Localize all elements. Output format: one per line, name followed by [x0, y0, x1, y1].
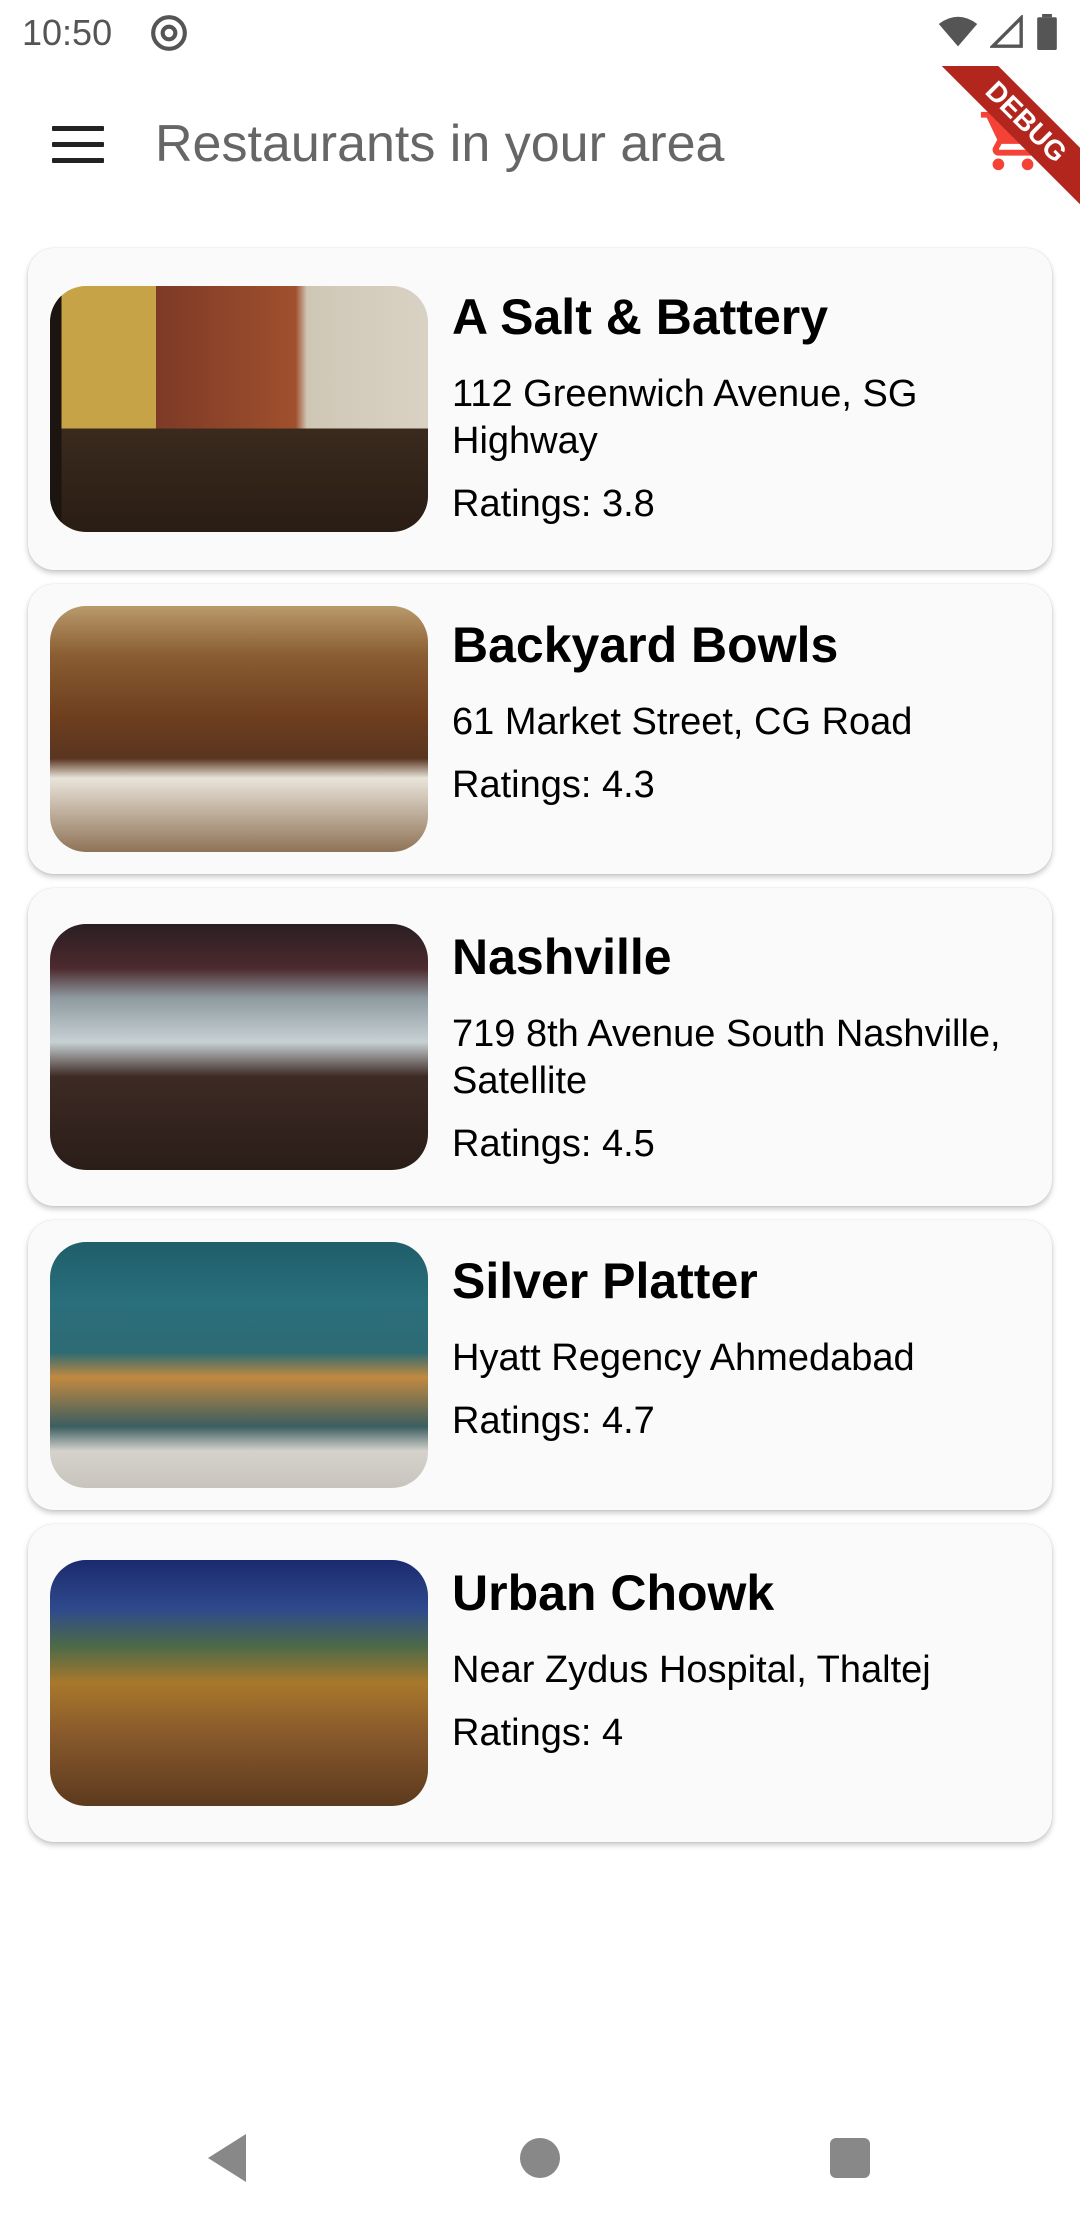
menu-icon[interactable] [52, 126, 104, 163]
shopping-cart-icon[interactable] [978, 106, 1048, 176]
cell-signal-icon [990, 15, 1023, 48]
outdoor-courtyard-photo [50, 1560, 428, 1806]
cafe-storefront-photo [50, 1242, 428, 1488]
restaurant-address: 61 Market Street, CG Road [452, 701, 913, 743]
restaurant-rating: Ratings: 4 [452, 1712, 624, 1755]
battery-icon [1037, 14, 1057, 50]
page-title: Restaurants in your area [155, 115, 725, 173]
restaurant-address: 719 8th Avenue South Nashville, Satellit… [452, 1013, 1001, 1103]
restaurant-name: A Salt & Battery [452, 289, 829, 345]
restaurant-card[interactable]: A Salt & Battery 112 Greenwich Avenue, S… [28, 248, 1052, 570]
status-time: 10:50 [22, 12, 113, 53]
status-icons [938, 14, 1058, 50]
system-nav-bar [0, 2100, 1080, 2220]
restaurant-address: Near Zydus Hospital, Thaltej [452, 1649, 931, 1691]
restaurant-address: Hyatt Regency Ahmedabad [452, 1337, 915, 1379]
restaurant-interior-bar-photo [50, 286, 428, 532]
restaurant-card[interactable]: Nashville 719 8th Avenue South Nashville… [28, 888, 1052, 1206]
back-icon[interactable] [204, 2132, 250, 2184]
restaurant-card[interactable]: Silver Platter Hyatt Regency Ahmedabad R… [28, 1220, 1052, 1510]
restaurant-name: Backyard Bowls [452, 617, 839, 673]
restaurant-card[interactable]: Backyard Bowls 61 Market Street, CG Road… [28, 584, 1052, 874]
restaurant-address: 112 Greenwich Avenue, SG Highway [452, 373, 918, 463]
restaurant-rating: Ratings: 4.7 [452, 1400, 655, 1443]
sports-bar-interior-photo [50, 924, 428, 1170]
restaurant-name: Urban Chowk [452, 1565, 775, 1621]
restaurant-rating: Ratings: 3.8 [452, 483, 655, 526]
home-icon[interactable] [520, 2138, 560, 2178]
status-bar: 10:50 [0, 0, 1080, 66]
wifi-icon [938, 16, 978, 47]
restaurant-name: Nashville [452, 929, 672, 985]
restaurant-rating: Ratings: 4.3 [452, 764, 655, 807]
at-sign-icon [151, 15, 187, 51]
restaurant-name: Silver Platter [452, 1253, 758, 1309]
app-bar: Restaurants in your area [0, 66, 1080, 224]
restaurant-rating: Ratings: 4.5 [452, 1123, 655, 1166]
restaurant-dining-hall-photo [50, 606, 428, 852]
restaurant-card[interactable]: Urban Chowk Near Zydus Hospital, Thaltej… [28, 1524, 1052, 1842]
recents-icon[interactable] [830, 2138, 870, 2178]
restaurant-list: A Salt & Battery 112 Greenwich Avenue, S… [28, 248, 1052, 1856]
